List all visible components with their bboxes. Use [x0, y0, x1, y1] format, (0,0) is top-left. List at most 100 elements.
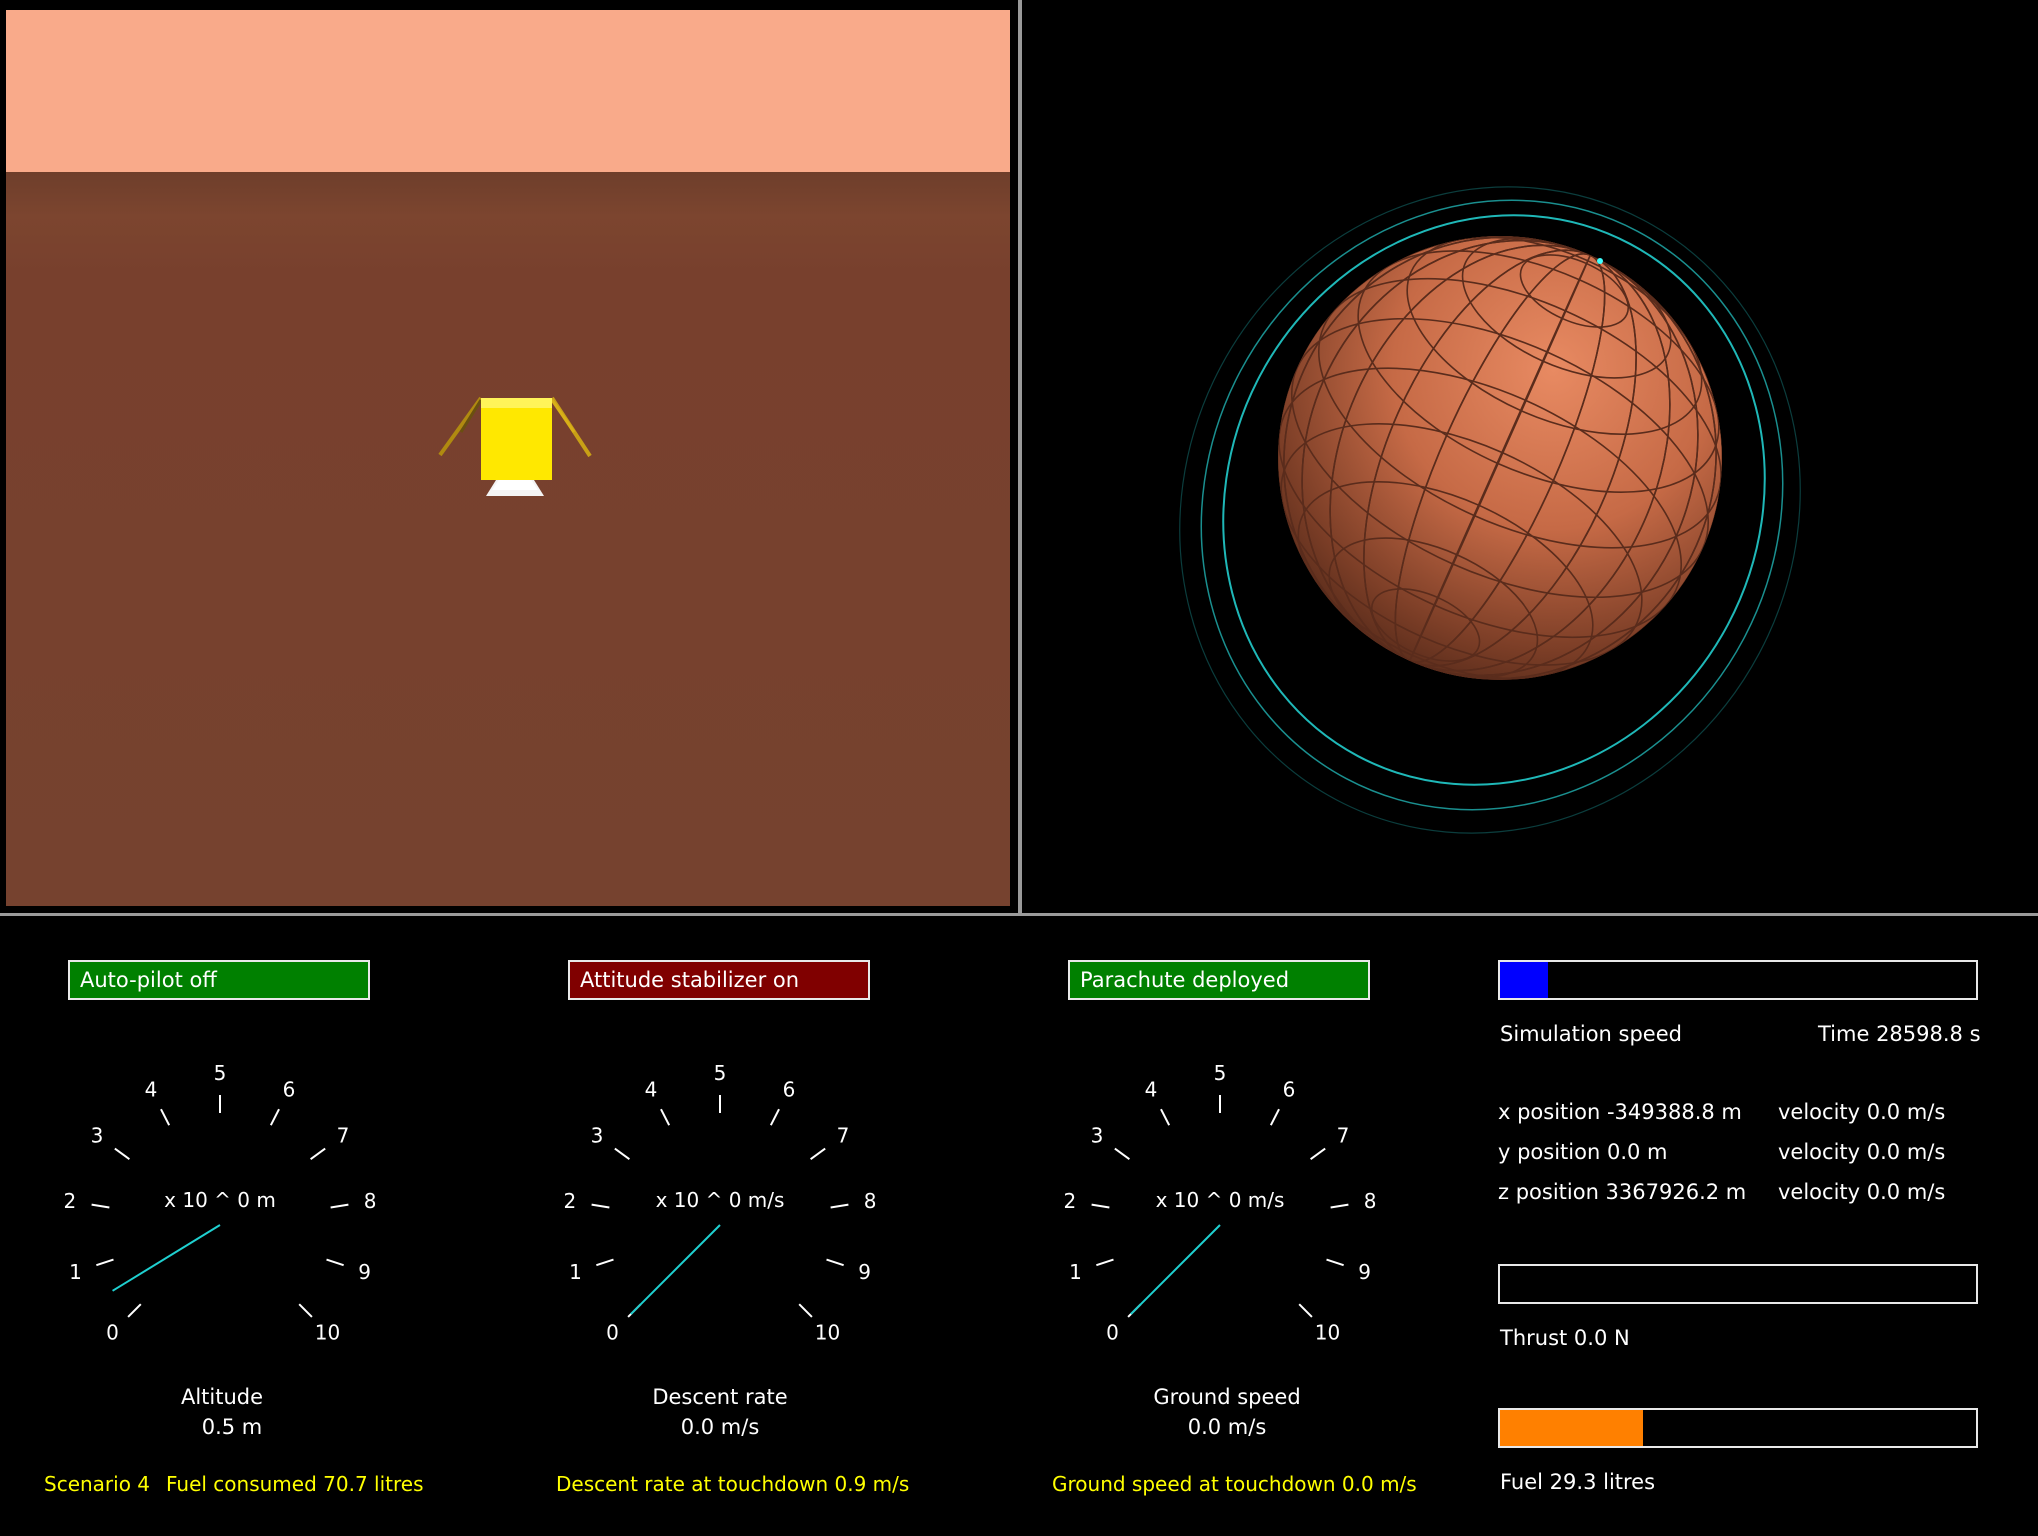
dial-tick-label: 7 [1337, 1124, 1350, 1148]
x-position: x position -349388.8 m [1498, 1100, 1742, 1124]
dial-scale-label: x 10 ^ 0 m/s [656, 1188, 785, 1212]
dial-tick-label: 4 [1145, 1078, 1158, 1102]
dial-tick [1269, 1108, 1280, 1126]
altitude-dial: 0 1 2 3 4 5 6 7 8 9 10 x 10 ^ 0 m [50, 1055, 390, 1395]
dial-tick-label: 4 [645, 1078, 658, 1102]
dial-tick-label: 6 [283, 1078, 296, 1102]
dial-needle [630, 1224, 721, 1315]
dial-tick [310, 1147, 326, 1160]
dial-tick-label: 7 [837, 1124, 850, 1148]
dial-tick-label: 8 [1364, 1189, 1377, 1213]
dial-tick-label: 10 [815, 1320, 840, 1344]
dial-tick [1096, 1258, 1114, 1267]
dial-needle [112, 1224, 221, 1292]
dial-tick-label: 3 [91, 1124, 104, 1148]
dial-tick-label: 0 [606, 1320, 619, 1344]
simulation-speed-label: Simulation speed [1500, 1022, 1682, 1046]
mars-surface [6, 172, 1010, 906]
dial-tick [1160, 1108, 1171, 1126]
dial-tick-label: 5 [214, 1061, 227, 1085]
dial-tick [1091, 1203, 1110, 1209]
descent-rate-value: 0.0 m/s [680, 1415, 760, 1439]
lander-position-marker [1597, 258, 1603, 264]
altitude-value: 0.5 m [201, 1415, 263, 1439]
dial-tick [1298, 1303, 1313, 1318]
dial-tick [596, 1258, 614, 1267]
dial-tick [326, 1258, 344, 1267]
dial-tick-label: 6 [1283, 1078, 1296, 1102]
dial-tick [614, 1147, 630, 1160]
attitude-stabilizer-label: Attitude stabilizer on [580, 968, 800, 992]
dial-tick [826, 1258, 844, 1267]
dial-tick-label: 2 [1064, 1189, 1077, 1213]
time-readout: Time 28598.8 s [1818, 1022, 1981, 1046]
dial-tick [160, 1108, 171, 1126]
thrust-label: Thrust 0.0 N [1500, 1326, 1630, 1350]
dial-tick-label: 4 [145, 1078, 158, 1102]
dial-needle [1130, 1224, 1221, 1315]
autopilot-label: Auto-pilot off [80, 968, 217, 992]
fuel-bar [1498, 1408, 1978, 1448]
dial-tick-label: 3 [591, 1124, 604, 1148]
dial-tick [330, 1203, 349, 1209]
dial-tick [769, 1108, 780, 1126]
simulation-speed-slider[interactable] [1498, 960, 1978, 1000]
thrust-bar[interactable] [1498, 1264, 1978, 1304]
dial-tick [591, 1203, 610, 1209]
dial-tick [1114, 1147, 1130, 1160]
dial-tick-label: 0 [106, 1320, 119, 1344]
dial-tick-label: 10 [1315, 1320, 1340, 1344]
dial-tick-label: 5 [714, 1061, 727, 1085]
dial-tick [798, 1303, 813, 1318]
ground-speed-value: 0.0 m/s [1187, 1415, 1267, 1439]
descent-rate-label: Descent rate [652, 1385, 788, 1409]
orbit-view [1179, 186, 1801, 834]
dial-tick [1310, 1147, 1326, 1160]
ground-speed-label: Ground speed [1153, 1385, 1301, 1409]
dial-tick-label: 7 [337, 1124, 350, 1148]
dial-tick [298, 1303, 313, 1318]
attitude-stabilizer-toggle[interactable]: Attitude stabilizer on [568, 960, 870, 1000]
dial-tick [96, 1258, 114, 1267]
lander-view [6, 10, 1010, 906]
autopilot-toggle[interactable]: Auto-pilot off [68, 960, 370, 1000]
parachute-toggle[interactable]: Parachute deployed [1068, 960, 1370, 1000]
dial-scale-label: x 10 ^ 0 m/s [1156, 1188, 1285, 1212]
y-position: y position 0.0 m [1498, 1140, 1668, 1164]
fuel-fill [1500, 1410, 1643, 1446]
dial-tick-label: 5 [1214, 1061, 1227, 1085]
lander-icon [438, 396, 592, 496]
dial-tick [127, 1303, 142, 1318]
dial-tick-label: 1 [69, 1260, 82, 1284]
dial-tick-label: 3 [1091, 1124, 1104, 1148]
dial-tick-label: 0 [1106, 1320, 1119, 1344]
y-velocity: velocity 0.0 m/s [1778, 1140, 1946, 1164]
dial-tick-label: 1 [569, 1260, 582, 1284]
dial-tick-label: 2 [564, 1189, 577, 1213]
dial-tick-label: 1 [1069, 1260, 1082, 1284]
dial-tick [91, 1203, 110, 1209]
planet-mars [1278, 236, 1722, 680]
altitude-label: Altitude [180, 1385, 264, 1409]
dial-tick [660, 1108, 671, 1126]
fuel-consumed-label: Fuel consumed 70.7 litres [166, 1472, 424, 1496]
z-velocity: velocity 0.0 m/s [1778, 1180, 1946, 1204]
descent-touchdown-label: Descent rate at touchdown 0.9 m/s [556, 1472, 910, 1496]
parachute-label: Parachute deployed [1080, 968, 1290, 992]
x-velocity: velocity 0.0 m/s [1778, 1100, 1946, 1124]
descent-rate-dial: 0 1 2 3 4 5 6 7 8 9 10 x 10 ^ 0 m/s [550, 1055, 890, 1395]
dial-tick-label: 9 [858, 1260, 871, 1284]
ground-touchdown-label: Ground speed at touchdown 0.0 m/s [1052, 1472, 1417, 1496]
dial-tick [1330, 1203, 1349, 1209]
dial-tick [810, 1147, 826, 1160]
dial-tick-label: 2 [64, 1189, 77, 1213]
dial-tick-label: 8 [364, 1189, 377, 1213]
view-divider-horizontal [0, 913, 2038, 916]
dial-scale-label: x 10 ^ 0 m [164, 1188, 276, 1212]
dial-tick [830, 1203, 849, 1209]
fuel-label: Fuel 29.3 litres [1500, 1470, 1656, 1494]
dial-tick [269, 1108, 280, 1126]
z-position: z position 3367926.2 m [1498, 1180, 1747, 1204]
dial-tick-label: 9 [1358, 1260, 1371, 1284]
dial-tick [114, 1147, 130, 1160]
